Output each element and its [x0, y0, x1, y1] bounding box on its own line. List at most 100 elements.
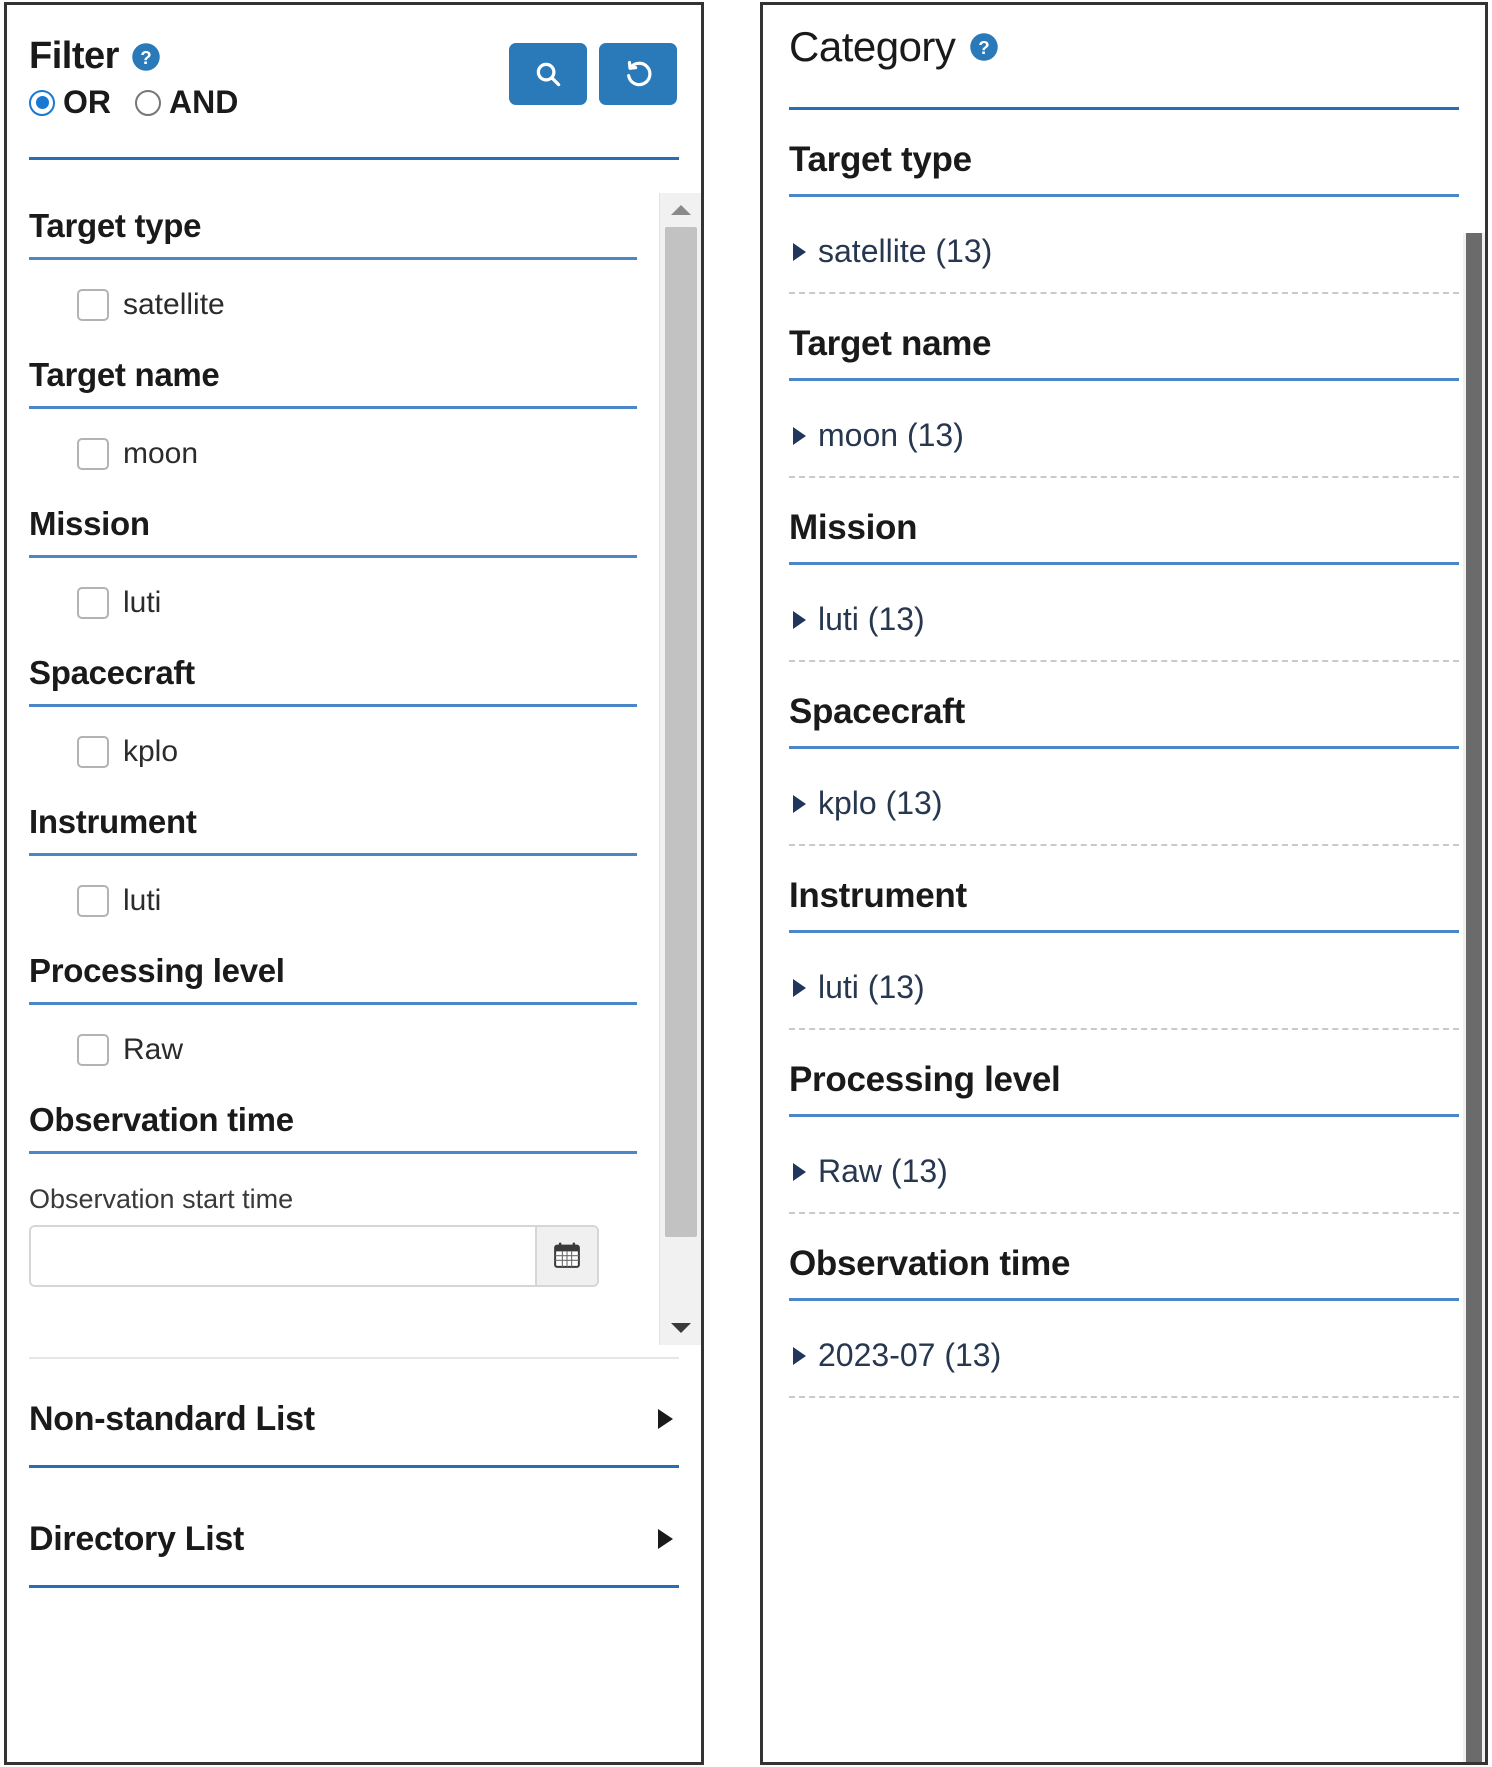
filter-option-raw[interactable]: Raw: [29, 1005, 637, 1087]
radio-and-label: AND: [169, 84, 239, 120]
category-group-title: Spacecraft: [789, 692, 965, 731]
category-group-title: Instrument: [789, 876, 967, 915]
category-group-target-name: Target name moon (13): [789, 294, 1459, 478]
svg-text:?: ?: [140, 46, 151, 67]
category-group-title: Target name: [789, 324, 992, 363]
reset-button[interactable]: [599, 43, 677, 105]
group-title: Instrument: [29, 803, 197, 840]
radio-or[interactable]: [29, 89, 55, 116]
checkbox-label: moon: [123, 437, 199, 470]
category-group-title: Observation time: [789, 1244, 1071, 1283]
triangle-right-icon: [793, 794, 806, 813]
observation-start-time-group: [29, 1225, 599, 1287]
filter-option-moon[interactable]: moon: [29, 409, 637, 491]
help-circle-icon[interactable]: ?: [969, 32, 999, 62]
triangle-right-icon: [658, 1409, 673, 1429]
filter-header: Filter ? OR AND: [7, 5, 701, 165]
filter-panel-title: Filter: [29, 35, 119, 77]
calendar-picker-button[interactable]: [535, 1227, 597, 1285]
triangle-right-icon: [793, 1162, 806, 1181]
category-item-luti-instrument[interactable]: luti (13): [789, 933, 1459, 1028]
checkbox[interactable]: [77, 736, 109, 768]
category-item-satellite[interactable]: satellite (13): [789, 197, 1459, 292]
filter-panel: Filter ? OR AND Target type satellite Ta…: [4, 2, 704, 1765]
group-title: Mission: [29, 505, 150, 542]
filter-option-luti-instrument[interactable]: luti: [29, 856, 637, 938]
checkbox[interactable]: [77, 438, 109, 470]
checkbox[interactable]: [77, 289, 109, 321]
checkbox-label: luti: [123, 884, 162, 917]
category-header: Category ?: [763, 5, 1485, 110]
filter-scroll-region: Target type satellite Target name moon M…: [7, 193, 701, 1345]
filter-list-scrollbar[interactable]: [659, 193, 701, 1345]
category-group-title: Processing level: [789, 1060, 1061, 1099]
filter-group-spacecraft: Spacecraft kplo: [29, 640, 637, 789]
checkbox-label: kplo: [123, 735, 179, 768]
filter-group-target-name: Target name moon: [29, 342, 637, 491]
filter-group-mission: Mission luti: [29, 491, 637, 640]
radio-or-label: OR: [63, 84, 111, 120]
category-group-instrument: Instrument luti (13): [789, 846, 1459, 1030]
observation-start-time-input[interactable]: [31, 1227, 535, 1285]
checkbox[interactable]: [77, 1034, 109, 1066]
category-group-title: Mission: [789, 508, 918, 547]
checkbox-label: Raw: [123, 1033, 184, 1066]
filter-bottom-divider: [29, 1357, 679, 1359]
triangle-right-icon: [793, 426, 806, 445]
category-group-title: Target type: [789, 140, 972, 179]
triangle-right-icon: [793, 1346, 806, 1365]
section-non-standard-list: Non-standard List: [29, 1373, 679, 1491]
group-title: Target name: [29, 356, 220, 393]
category-group-target-type: Target type satellite (13): [789, 110, 1459, 294]
filter-option-luti-mission[interactable]: luti: [29, 558, 637, 640]
filter-groups-list: Target type satellite Target name moon M…: [7, 193, 659, 1345]
calendar-icon: [552, 1240, 582, 1273]
svg-text:?: ?: [979, 37, 990, 58]
category-scrollbar[interactable]: [1463, 233, 1485, 1762]
non-standard-list-toggle[interactable]: Non-standard List: [29, 1373, 679, 1465]
triangle-right-icon: [793, 610, 806, 629]
observation-start-time-label: Observation start time: [29, 1184, 294, 1214]
reset-icon: [622, 58, 654, 90]
filter-group-instrument: Instrument luti: [29, 789, 637, 938]
directory-list-toggle[interactable]: Directory List: [29, 1493, 679, 1585]
filter-group-observation-time: Observation time Observation start time: [29, 1087, 637, 1287]
scroll-down-arrow-icon[interactable]: [659, 1311, 701, 1345]
category-scrollbar-thumb[interactable]: [1466, 233, 1482, 1762]
category-title-row: Category ?: [789, 23, 1459, 71]
category-group-observation-time: Observation time 2023-07 (13): [789, 1214, 1459, 1398]
checkbox-label: luti: [123, 586, 162, 619]
help-circle-icon[interactable]: ?: [131, 42, 161, 72]
category-item-label: Raw (13): [818, 1153, 948, 1189]
category-item-label: kplo (13): [818, 785, 943, 821]
search-icon: [533, 59, 563, 89]
triangle-right-icon: [658, 1529, 673, 1549]
triangle-right-icon: [793, 242, 806, 261]
scrollbar-track[interactable]: [660, 227, 702, 1311]
scroll-up-arrow-icon[interactable]: [659, 193, 701, 227]
app-root: Filter ? OR AND Target type satellite Ta…: [0, 0, 1492, 1767]
non-standard-list-title: Non-standard List: [29, 1399, 315, 1438]
category-group-mission: Mission luti (13): [789, 478, 1459, 662]
search-button[interactable]: [509, 43, 587, 105]
group-title: Target type: [29, 207, 202, 244]
filter-action-buttons: [509, 43, 677, 105]
category-item-2023-07[interactable]: 2023-07 (13): [789, 1301, 1459, 1396]
category-panel: Category ? Target type satellite (13) Ta…: [760, 2, 1488, 1765]
category-item-moon[interactable]: moon (13): [789, 381, 1459, 476]
radio-and[interactable]: [135, 89, 161, 116]
filter-option-kplo[interactable]: kplo: [29, 707, 637, 789]
scrollbar-thumb[interactable]: [664, 227, 697, 1237]
checkbox[interactable]: [77, 885, 109, 917]
category-item-raw[interactable]: Raw (13): [789, 1117, 1459, 1212]
filter-group-target-type: Target type satellite: [29, 193, 637, 342]
filter-option-satellite[interactable]: satellite: [29, 260, 637, 342]
category-item-luti-mission[interactable]: luti (13): [789, 565, 1459, 660]
category-group-spacecraft: Spacecraft kplo (13): [789, 662, 1459, 846]
category-item-kplo[interactable]: kplo (13): [789, 749, 1459, 844]
group-title: Observation time: [29, 1101, 294, 1138]
checkbox[interactable]: [77, 587, 109, 619]
directory-list-divider: [29, 1585, 679, 1588]
group-title: Processing level: [29, 952, 285, 989]
triangle-right-icon: [793, 978, 806, 997]
